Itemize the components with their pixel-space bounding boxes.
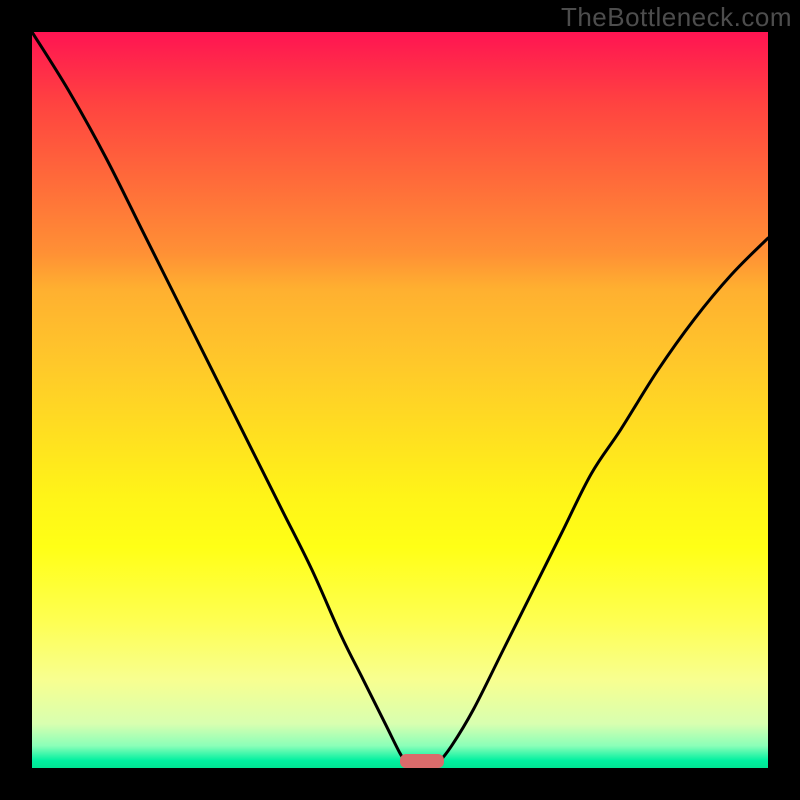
right-curve [429,238,768,768]
curves-svg [32,32,768,768]
left-curve [32,32,411,768]
sweet-spot-marker [400,754,444,768]
watermark-text: TheBottleneck.com [561,2,792,33]
chart-frame: TheBottleneck.com [0,0,800,800]
plot-area [32,32,768,768]
